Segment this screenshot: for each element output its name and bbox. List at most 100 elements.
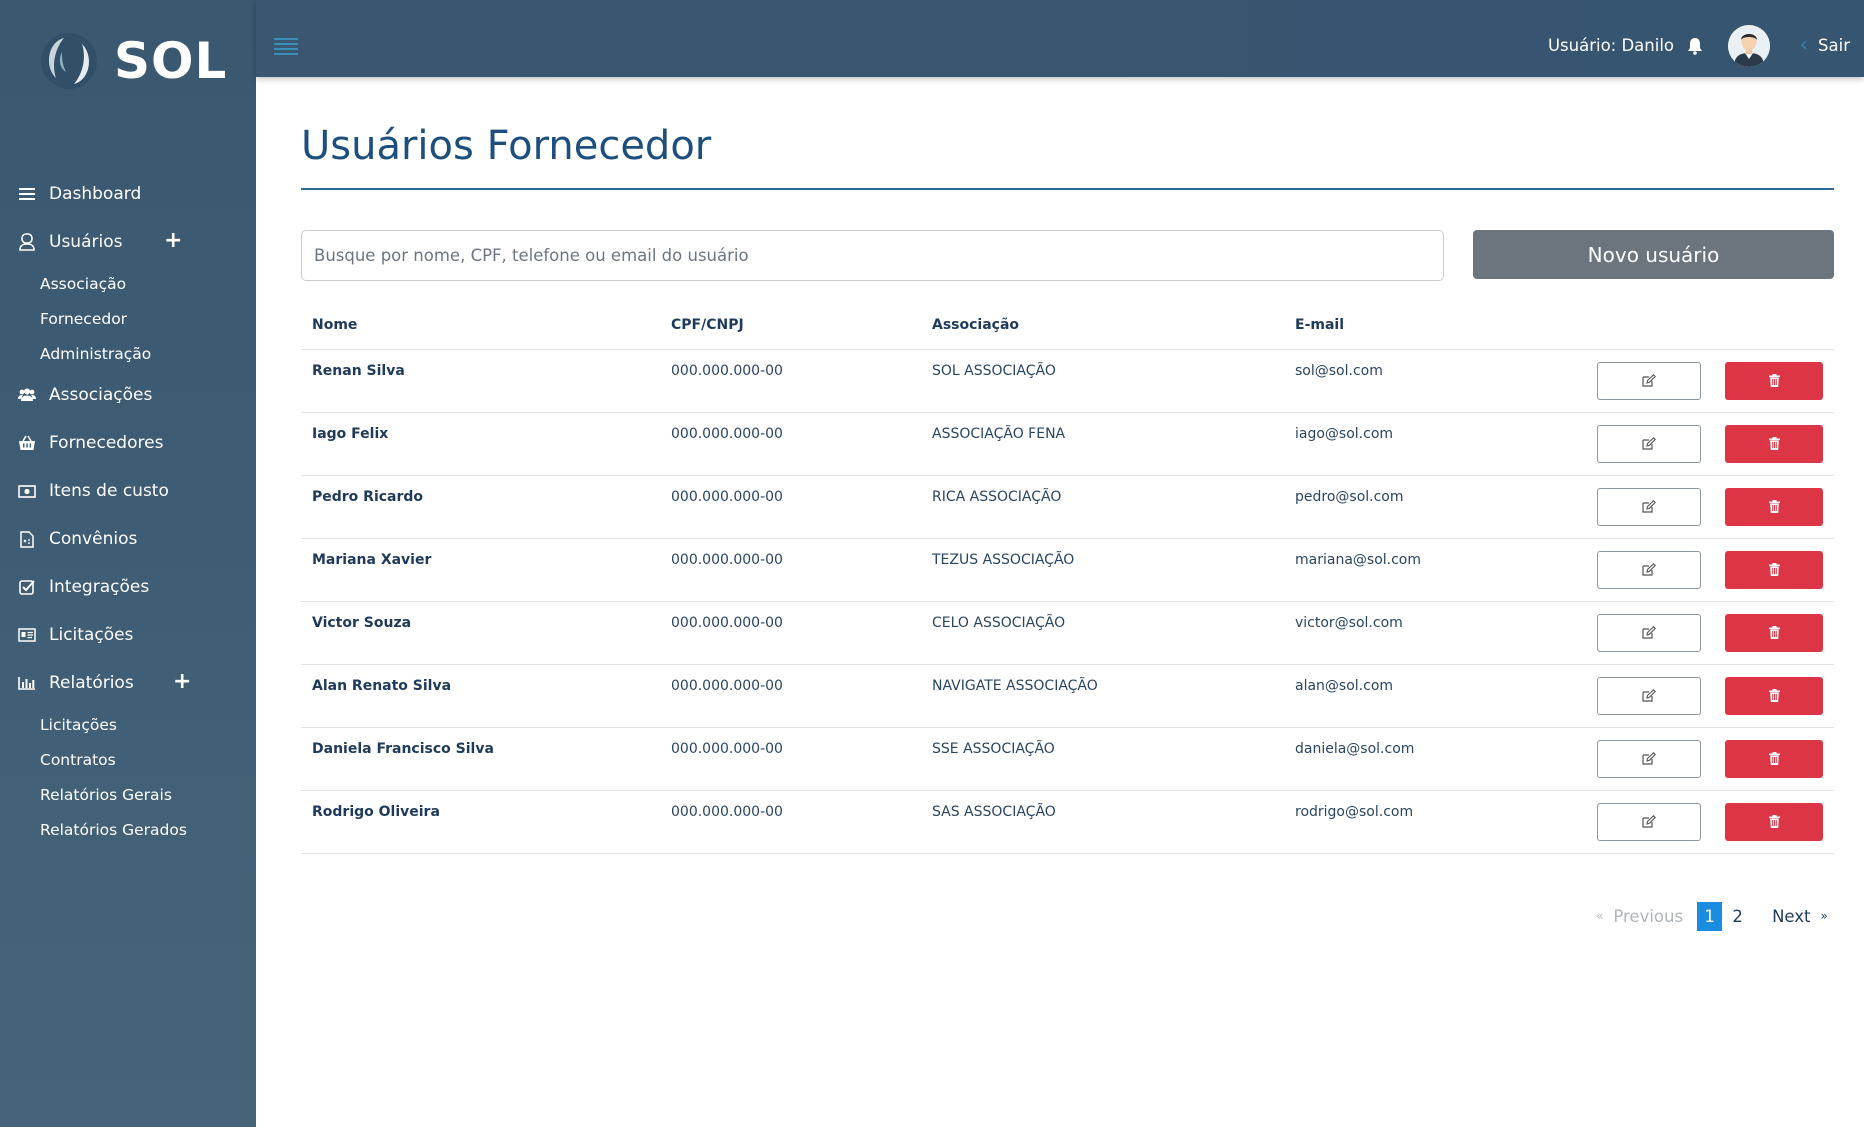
- cell-cpf-cnpj: 000.000.000-00: [671, 489, 783, 505]
- cell-email: rodrigo@sol.com: [1295, 804, 1414, 820]
- document-icon: [18, 530, 36, 548]
- edit-button[interactable]: [1597, 614, 1701, 652]
- avatar[interactable]: [1728, 25, 1770, 67]
- sidebar: SOL Dashboard Usuários + Associação Forn…: [0, 0, 256, 1127]
- sidebar-subitem-administracao[interactable]: Administração: [0, 336, 256, 371]
- delete-button[interactable]: [1725, 803, 1823, 841]
- expand-plus-icon[interactable]: +: [164, 228, 182, 253]
- logout-button[interactable]: Sair: [1800, 36, 1850, 55]
- sidebar-subitem-associacao[interactable]: Associação: [0, 266, 256, 301]
- cell-email: mariana@sol.com: [1295, 552, 1421, 568]
- trash-icon: [1768, 624, 1780, 643]
- bell-icon[interactable]: [1687, 37, 1703, 55]
- brand-logo[interactable]: SOL: [38, 26, 227, 96]
- pagination-next[interactable]: Next »: [1772, 907, 1828, 926]
- edit-button[interactable]: [1597, 740, 1701, 778]
- sidebar-subitem-licitacoes[interactable]: Licitações: [0, 707, 256, 742]
- trash-icon: [1768, 813, 1780, 832]
- edit-button[interactable]: [1597, 803, 1701, 841]
- sidebar-item-relatorios[interactable]: Relatórios +: [0, 659, 256, 707]
- sidebar-item-convenios[interactable]: Convênios: [0, 515, 256, 563]
- pagination-page-1[interactable]: 1: [1697, 901, 1723, 931]
- sidebar-subitem-relatorios-gerais[interactable]: Relatórios Gerais: [0, 777, 256, 812]
- new-user-button[interactable]: Novo usuário: [1473, 230, 1834, 279]
- edit-button[interactable]: [1597, 551, 1701, 589]
- column-header-nome[interactable]: Nome: [312, 317, 357, 333]
- pagination: « Previous 1 2 Next »: [1596, 901, 1828, 931]
- cell-email: sol@sol.com: [1295, 363, 1383, 379]
- delete-button[interactable]: [1725, 488, 1823, 526]
- cell-email: daniela@sol.com: [1295, 741, 1415, 757]
- sidebar-item-itens-de-custo[interactable]: Itens de custo: [0, 467, 256, 515]
- cell-nome: Daniela Francisco Silva: [312, 741, 494, 757]
- delete-button[interactable]: [1725, 551, 1823, 589]
- cell-associacao: ASSOCIAÇÃO FENA: [932, 426, 1066, 442]
- title-divider: [301, 188, 1834, 190]
- search-input[interactable]: [301, 230, 1444, 281]
- pagination-previous[interactable]: « Previous: [1596, 907, 1683, 926]
- delete-button[interactable]: [1725, 740, 1823, 778]
- sidebar-item-label: Convênios: [49, 529, 138, 549]
- sidebar-subitem-fornecedor[interactable]: Fornecedor: [0, 301, 256, 336]
- edit-icon: [1642, 372, 1656, 391]
- sidebar-item-label: Dashboard: [49, 184, 142, 204]
- checkbox-icon: [18, 578, 36, 596]
- edit-button[interactable]: [1597, 677, 1701, 715]
- sidebar-item-fornecedores[interactable]: Fornecedores: [0, 419, 256, 467]
- sidebar-item-associacoes[interactable]: Associações: [0, 371, 256, 419]
- table-row: Daniela Francisco Silva 000.000.000-00 SSE…: [301, 728, 1834, 791]
- cell-associacao: TEZUS ASSOCIAÇÃO: [932, 552, 1075, 568]
- sol-logo-icon: [38, 30, 100, 92]
- edit-button[interactable]: [1597, 362, 1701, 400]
- sidebar-item-label: Itens de custo: [49, 481, 169, 501]
- id-card-icon: [18, 626, 36, 644]
- sidebar-nav: Dashboard Usuários + Associação Forneced…: [0, 170, 256, 847]
- edit-icon: [1642, 498, 1656, 517]
- delete-button[interactable]: [1725, 614, 1823, 652]
- column-header-email[interactable]: E-mail: [1295, 317, 1344, 333]
- column-header-associacao[interactable]: Associação: [932, 317, 1019, 333]
- user-icon: [18, 233, 36, 251]
- cell-cpf-cnpj: 000.000.000-00: [671, 552, 783, 568]
- current-user-label: Usuário: Danilo: [1547, 36, 1674, 55]
- sidebar-item-label: Integrações: [49, 577, 150, 597]
- logout-arrow-icon: [1800, 39, 1810, 53]
- page-title: Usuários Fornecedor: [301, 123, 712, 169]
- cell-associacao: SSE ASSOCIAÇÃO: [932, 741, 1055, 757]
- sidebar-subitem-relatorios-gerados[interactable]: Relatórios Gerados: [0, 812, 256, 847]
- edit-button[interactable]: [1597, 425, 1701, 463]
- trash-icon: [1768, 750, 1780, 769]
- sidebar-item-integracoes[interactable]: Integrações: [0, 563, 256, 611]
- cell-cpf-cnpj: 000.000.000-00: [671, 678, 783, 694]
- table-row: Rodrigo Oliveira 000.000.000-00 SAS ASSOCI…: [301, 791, 1834, 854]
- cell-associacao: NAVIGATE ASSOCIAÇÃO: [932, 678, 1098, 694]
- basket-icon: [18, 434, 36, 452]
- cell-cpf-cnpj: 000.000.000-00: [671, 741, 783, 757]
- trash-icon: [1768, 372, 1780, 391]
- cell-nome: Alan Renato Silva: [312, 678, 452, 694]
- pagination-page-2[interactable]: 2: [1725, 902, 1750, 931]
- money-icon: [18, 482, 36, 500]
- cell-cpf-cnpj: 000.000.000-00: [671, 615, 783, 631]
- delete-button[interactable]: [1725, 362, 1823, 400]
- sidebar-subitem-contratos[interactable]: Contratos: [0, 742, 256, 777]
- hamburger-menu-icon[interactable]: [274, 38, 298, 55]
- cell-nome: Pedro Ricardo: [312, 489, 424, 505]
- table-header: Nome CPF/CNPJ Associação E-mail: [301, 303, 1834, 350]
- column-header-cpf-cnpj[interactable]: CPF/CNPJ: [671, 317, 744, 333]
- edit-button[interactable]: [1597, 488, 1701, 526]
- cell-nome: Rodrigo Oliveira: [312, 804, 440, 820]
- delete-button[interactable]: [1725, 677, 1823, 715]
- sidebar-item-usuarios[interactable]: Usuários +: [0, 218, 256, 266]
- expand-plus-icon[interactable]: +: [173, 669, 191, 694]
- sidebar-item-label: Fornecedores: [49, 433, 164, 453]
- cell-email: victor@sol.com: [1295, 615, 1403, 631]
- edit-icon: [1642, 561, 1656, 580]
- trash-icon: [1768, 435, 1780, 454]
- cell-associacao: CELO ASSOCIAÇÃO: [932, 615, 1066, 631]
- sidebar-item-dashboard[interactable]: Dashboard: [0, 170, 256, 218]
- delete-button[interactable]: [1725, 425, 1823, 463]
- sidebar-item-licitacoes[interactable]: Licitações: [0, 611, 256, 659]
- table-row: Pedro Ricardo 000.000.000-00 RICA ASSOCIAÇ…: [301, 476, 1834, 539]
- next-label: Next: [1772, 906, 1811, 926]
